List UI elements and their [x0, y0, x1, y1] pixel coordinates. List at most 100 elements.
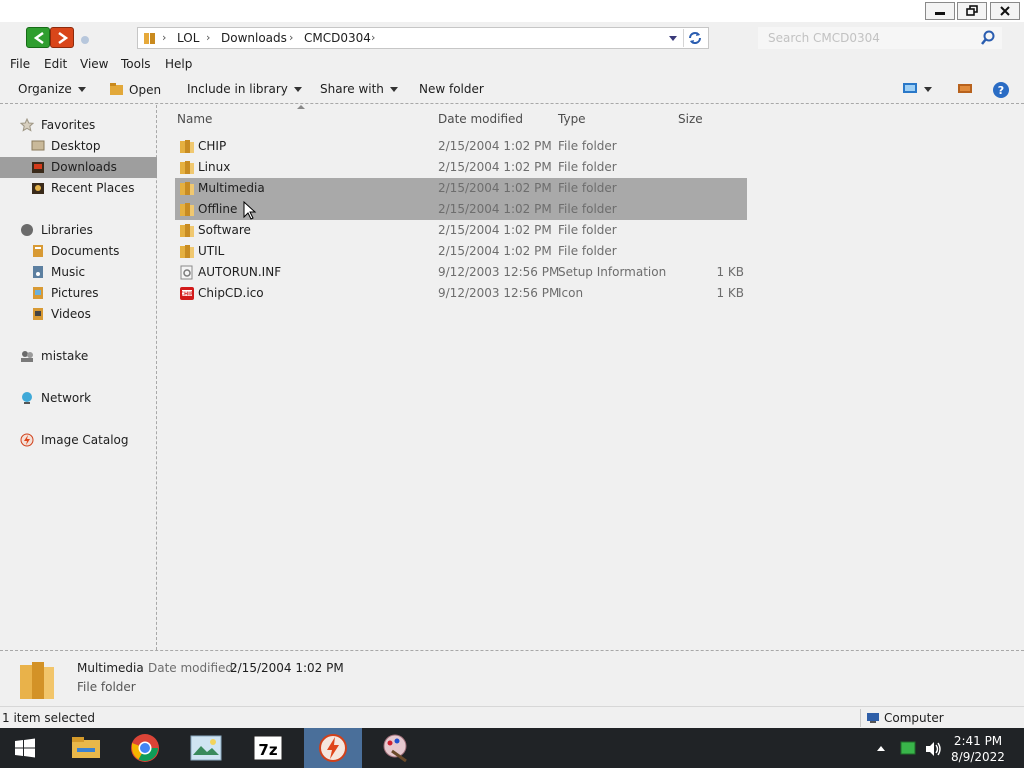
file-type: File folder — [558, 244, 617, 258]
nav-pictures[interactable]: Pictures — [0, 283, 157, 304]
help-button[interactable]: ? — [992, 81, 1010, 102]
open-folder-icon — [110, 83, 123, 95]
file-date: 9/12/2003 12:56 PM — [438, 286, 560, 300]
setup-file-icon — [179, 265, 195, 280]
taskbar-chrome[interactable] — [116, 728, 174, 768]
breadcrumb-lol[interactable]: LOL — [177, 31, 199, 45]
file-row[interactable]: UTIL 2/15/2004 1:02 PM File folder — [175, 241, 747, 262]
nav-downloads[interactable]: Downloads — [0, 157, 157, 178]
nav-videos[interactable]: Videos — [0, 304, 157, 325]
taskbar-flash-app[interactable] — [304, 728, 362, 768]
back-button[interactable] — [26, 27, 50, 48]
change-view-button[interactable] — [902, 81, 932, 96]
svg-text:CHIP: CHIP — [180, 292, 194, 298]
details-name: Multimedia — [77, 661, 144, 675]
nav-image-catalog[interactable]: Image Catalog — [0, 430, 157, 451]
file-explorer-icon — [72, 737, 100, 758]
clock-time: 2:41 PM — [953, 734, 1003, 748]
preview-pane-button[interactable] — [957, 81, 973, 98]
restore-button[interactable] — [957, 2, 987, 20]
nav-libraries[interactable]: Libraries — [0, 220, 157, 241]
folder-location-icon — [144, 33, 155, 44]
chip-icon-file: CHIP — [179, 286, 195, 301]
recent-pages-icon[interactable] — [81, 36, 89, 44]
computer-icon — [867, 713, 879, 723]
close-button[interactable] — [990, 2, 1020, 20]
file-row[interactable]: Linux 2/15/2004 1:02 PM File folder — [175, 157, 747, 178]
breadcrumb-separator[interactable]: › — [206, 31, 210, 44]
refresh-button[interactable] — [683, 29, 707, 47]
taskbar-file-explorer[interactable] — [57, 728, 115, 768]
windows-start-icon[interactable] — [14, 738, 36, 758]
address-bar[interactable]: › LOL › Downloads › CMCD0304 › — [137, 27, 709, 49]
back-arrow-icon — [33, 31, 44, 45]
column-header-size[interactable]: Size — [678, 112, 703, 126]
new-folder-button[interactable]: New folder — [419, 82, 484, 96]
file-type: File folder — [558, 223, 617, 237]
include-in-library-button[interactable]: Include in library — [187, 82, 302, 96]
breadcrumb-separator[interactable]: › — [289, 31, 293, 44]
taskbar-image-viewer[interactable] — [177, 728, 235, 768]
file-date: 2/15/2004 1:02 PM — [438, 202, 552, 216]
breadcrumb-separator[interactable]: › — [371, 31, 375, 44]
chevron-down-icon[interactable] — [668, 31, 678, 45]
minimize-button[interactable] — [925, 2, 955, 20]
file-name: Multimedia — [198, 181, 265, 195]
chrome-icon — [131, 734, 159, 762]
7zip-icon: 7z — [253, 735, 283, 761]
restore-icon — [966, 5, 978, 16]
volume-icon[interactable] — [924, 741, 942, 768]
search-box[interactable]: Search CMCD0304 — [758, 27, 1002, 49]
breadcrumb-separator[interactable]: › — [162, 31, 166, 44]
paint-app-icon — [383, 734, 407, 763]
status-selection: 1 item selected — [2, 711, 96, 725]
breadcrumb-downloads[interactable]: Downloads — [221, 31, 287, 45]
file-date: 2/15/2004 1:02 PM — [438, 139, 552, 153]
menu-tools[interactable]: Tools — [121, 57, 151, 71]
nav-music-label: Music — [51, 265, 86, 279]
breadcrumb-cmcd0304[interactable]: CMCD0304 — [304, 31, 371, 45]
file-row[interactable]: Multimedia 2/15/2004 1:02 PM File folder — [175, 178, 747, 199]
column-header-date[interactable]: Date modified — [438, 112, 523, 126]
nav-recent-places[interactable]: Recent Places — [0, 178, 157, 199]
menu-file[interactable]: File — [10, 57, 30, 71]
menu-view[interactable]: View — [80, 57, 108, 71]
nav-music[interactable]: Music — [0, 262, 157, 283]
taskbar-paint-app[interactable] — [366, 728, 424, 768]
search-icon[interactable] — [980, 30, 996, 46]
file-row[interactable]: Software 2/15/2004 1:02 PM File folder — [175, 220, 747, 241]
share-with-button[interactable]: Share with — [320, 82, 398, 96]
nav-documents[interactable]: Documents — [0, 241, 157, 262]
nav-downloads-label: Downloads — [51, 160, 117, 174]
forward-button[interactable] — [50, 27, 74, 48]
details-date-value: 2/15/2004 1:02 PM — [230, 661, 344, 675]
file-type: Setup Information — [558, 265, 667, 279]
show-hidden-icons-icon[interactable] — [876, 744, 886, 768]
file-row[interactable]: CHIP ChipCD.ico 9/12/2003 12:56 PM Icon 1 KB — [175, 283, 747, 304]
file-date: 2/15/2004 1:02 PM — [438, 181, 552, 195]
file-row[interactable]: AUTORUN.INF 9/12/2003 12:56 PM Setup Infor… — [175, 262, 747, 283]
status-bar: 1 item selected Computer — [0, 706, 1024, 728]
nav-favorites[interactable]: Favorites — [0, 115, 157, 136]
star-icon — [20, 118, 34, 132]
open-button[interactable]: Open — [109, 82, 161, 97]
menu-edit[interactable]: Edit — [44, 57, 67, 71]
file-row[interactable]: Offline 2/15/2004 1:02 PM File folder — [175, 199, 747, 220]
taskbar-7zip[interactable]: 7z — [239, 728, 297, 768]
menu-bar: File Edit View Tools Help — [0, 54, 1024, 76]
file-type: File folder — [558, 202, 617, 216]
nav-network-label: Network — [41, 391, 92, 405]
organize-button[interactable]: Organize — [18, 82, 86, 96]
column-header-name[interactable]: Name — [177, 112, 212, 126]
nav-desktop[interactable]: Desktop — [0, 136, 157, 157]
nav-network[interactable]: Network — [0, 388, 157, 409]
system-clock[interactable]: 2:41 PM 8/9/2022 — [944, 733, 1012, 765]
nav-videos-label: Videos — [51, 307, 91, 321]
nav-user[interactable]: mistake — [0, 346, 157, 367]
file-row[interactable]: CHIP 2/15/2004 1:02 PM File folder — [175, 136, 747, 157]
battery-status-icon[interactable] — [900, 741, 916, 768]
nav-image-catalog-label: Image Catalog — [41, 433, 129, 447]
menu-help[interactable]: Help — [165, 57, 192, 71]
address-row: › LOL › Downloads › CMCD0304 › Search CM… — [0, 22, 1024, 54]
column-header-type[interactable]: Type — [558, 112, 586, 126]
